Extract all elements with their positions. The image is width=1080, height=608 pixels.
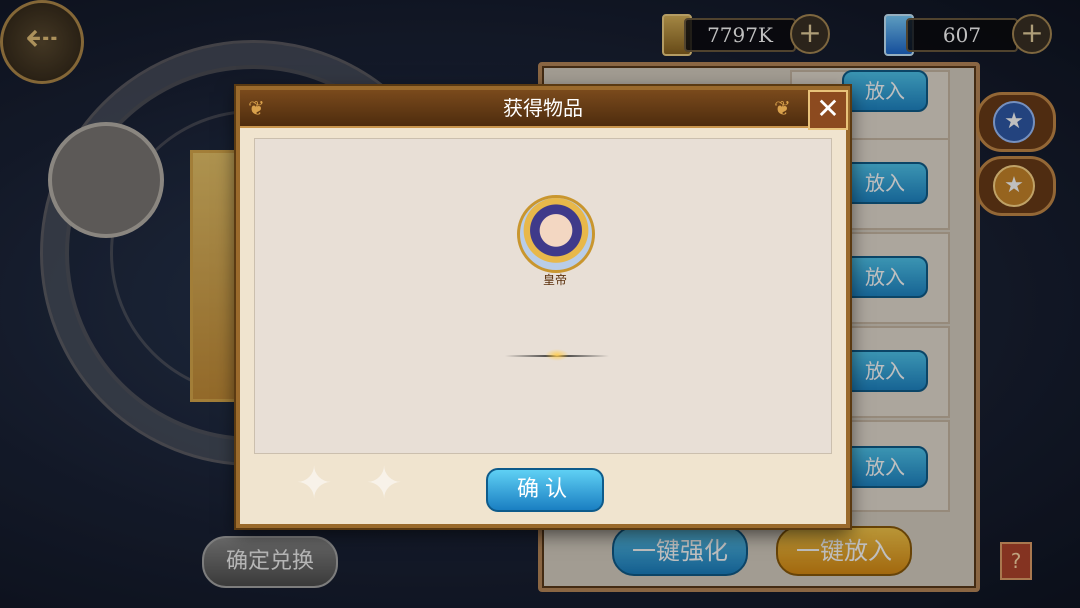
reward-dialog: ❦ ❦ 获得物品 ✕ 皇帝 ✦ ✦ 确认	[236, 86, 850, 528]
flower-ornament-icon: ✦	[365, 458, 403, 509]
item-name: 皇帝	[542, 273, 567, 287]
reward-item[interactable]: 皇帝	[517, 195, 595, 291]
spark-icon	[545, 349, 569, 361]
close-button[interactable]: ✕	[808, 90, 848, 130]
dialog-header: ❦ ❦ 获得物品	[240, 90, 846, 128]
dialog-title: 获得物品	[503, 96, 583, 120]
confirm-button[interactable]: 确认	[486, 468, 604, 512]
flower-ornament-icon: ✦	[295, 458, 333, 509]
reward-content-area: 皇帝	[254, 138, 832, 454]
emperor-portrait-icon	[517, 195, 595, 273]
